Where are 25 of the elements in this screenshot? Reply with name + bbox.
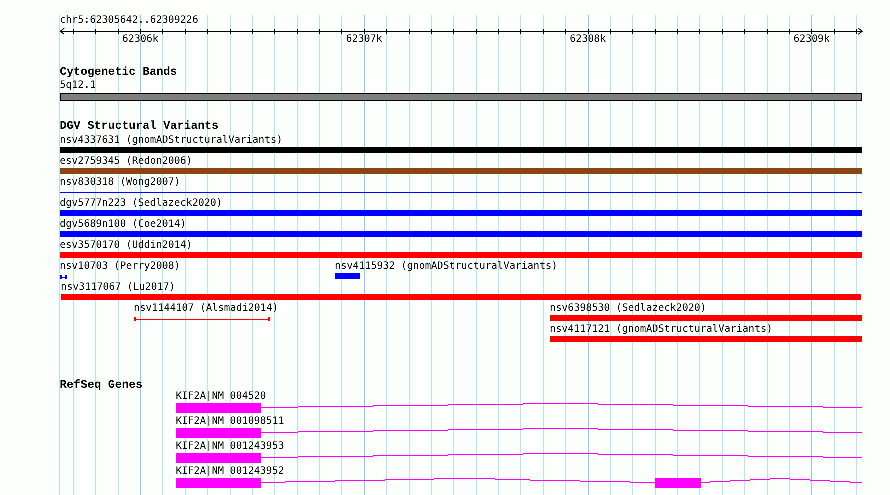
feature-label: nsv1144107 (Alsmadi2014) <box>134 303 278 315</box>
tick-label: 62306k <box>122 34 159 46</box>
feature-label: nsv3117067 (Lu2017) <box>61 282 176 294</box>
feature-label: nsv830318 (Wong2007) <box>60 177 180 189</box>
track-title: Cytogenetic Bands <box>60 67 178 79</box>
location-label: chr5:62305642..62309226 <box>60 15 198 27</box>
transcript-label: KIF2A|NM_001243952 <box>176 466 284 478</box>
feature-label: esv2759345 (Redon2006) <box>60 156 192 168</box>
transcript-label: KIF2A|NM_004520 <box>176 391 266 403</box>
feature-label: nsv6398530 (Sedlazeck2020) <box>550 303 707 315</box>
feature-label: nsv4115932 (gnomADStructuralVariants) <box>335 261 558 273</box>
tick-label: 62307k <box>346 34 382 46</box>
transcript-label: KIF2A|NM_001243953 <box>176 441 284 453</box>
track-title: RefSeq Genes <box>60 380 143 392</box>
feature-label: nsv4337631 (gnomADStructuralVariants) <box>60 135 283 147</box>
feature-label: esv3570170 (Uddin2014) <box>60 240 192 252</box>
tick-label: 62309k <box>794 34 830 46</box>
transcript-label: KIF2A|NM_001098511 <box>176 416 284 428</box>
tick-label: 62308k <box>570 34 606 46</box>
feature-label: nsv4117121 (gnomADStructuralVariants) <box>550 324 773 336</box>
feature-label: nsv10703 (Perry2008) <box>60 261 180 273</box>
track-title: DGV Structural Variants <box>60 121 219 133</box>
feature-label: dgv5689n100 (Coe2014) <box>60 219 186 231</box>
band-label: 5q12.1 <box>60 80 96 92</box>
feature-label: dgv5777n223 (Sedlazeck2020) <box>60 198 223 210</box>
